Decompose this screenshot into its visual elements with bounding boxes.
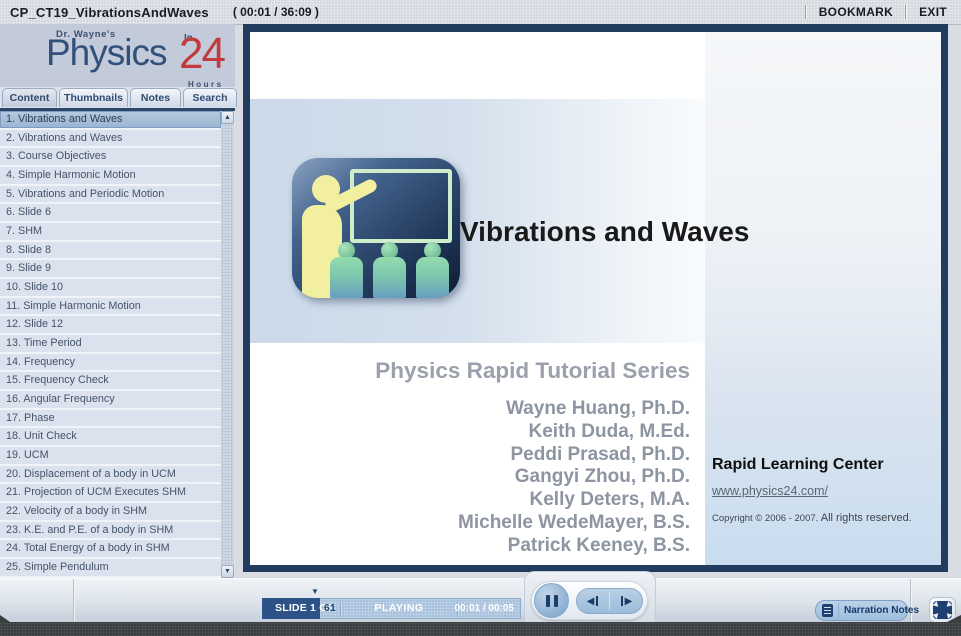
separator — [73, 579, 75, 623]
author-line: Kelly Deters, M.A. — [529, 489, 691, 511]
slide-list-item[interactable]: 20. Displacement of a body in UCM — [0, 465, 221, 485]
previous-icon: ◀ — [586, 595, 595, 607]
website-link[interactable]: www.physics24.com/ — [712, 484, 938, 498]
slide-list-item[interactable]: 22. Velocity of a body in SHM — [0, 503, 221, 522]
slide-list-item[interactable]: 13. Time Period — [0, 335, 221, 354]
slide-list-item[interactable]: 11. Simple Harmonic Motion — [0, 297, 221, 317]
org-name: Rapid Learning Center — [712, 456, 884, 473]
author-line: Keith Duda, M.Ed. — [528, 420, 691, 442]
author-line: Patrick Keeney, B.S. — [507, 534, 690, 556]
playback-controls: ◀ ▶ — [531, 581, 648, 620]
exit-button[interactable]: EXIT — [919, 5, 947, 19]
scroll-down-button[interactable]: ▼ — [221, 565, 234, 578]
slide-list-item[interactable]: 3. Course Objectives — [0, 148, 221, 168]
bookmark-button[interactable]: BOOKMARK — [819, 5, 893, 19]
slide-list-item[interactable]: 8. Slide 8 — [0, 241, 221, 261]
title-bar-actions: BOOKMARK EXIT — [793, 0, 961, 24]
scroll-up-button[interactable]: ▲ — [221, 111, 234, 124]
presentation-title: CP_CT19_VibrationsAndWaves — [10, 4, 209, 20]
slide-stepper: ◀ ▶ — [576, 588, 643, 614]
separator — [838, 603, 839, 618]
sidebar: Dr. Wayne's Physics In 24 Hours Content … — [0, 24, 237, 578]
player-bar: SLIDE 1 OF 61 PLAYING 00:01 / 00:05 ▼ ◀ … — [0, 571, 961, 623]
separator — [905, 5, 908, 19]
slide-list-item[interactable]: 1. Vibrations and Waves — [0, 111, 221, 130]
slide-title: Vibrations and Waves — [460, 216, 750, 247]
slide-list: 1. Vibrations and Waves 2. Vibrations an… — [0, 111, 221, 578]
slide-canvas: Vibrations and Waves Physics Rapid Tutor… — [250, 32, 941, 565]
tab-thumbnails[interactable]: Thumbnails — [59, 88, 128, 107]
slide-frame: Vibrations and Waves Physics Rapid Tutor… — [243, 24, 948, 572]
notes-icon — [822, 604, 833, 617]
slide-time: 00:01 / 00:05 — [454, 603, 515, 614]
author-line: Gangyi Zhou, Ph.D. — [514, 466, 690, 488]
next-icon: ▶ — [624, 595, 633, 607]
slide-list-item[interactable]: 24. Total Energy of a body in SHM — [0, 540, 221, 560]
slide-total: 61 — [324, 602, 336, 614]
slide-list-item[interactable]: 12. Slide 12 — [0, 316, 221, 336]
slide-list-item[interactable]: 17. Phase — [0, 409, 221, 429]
bottom-edge — [0, 615, 961, 636]
narration-notes-label: Narration Notes — [844, 605, 920, 616]
author-line: Michelle WedeMayer, B.S. — [458, 511, 690, 533]
slide-list-item[interactable]: 16. Angular Frequency — [0, 391, 221, 410]
slide-list-item[interactable]: 5. Vibrations and Periodic Motion — [0, 185, 221, 205]
slide-list-item[interactable]: 14. Frequency — [0, 353, 221, 373]
tab-notes[interactable]: Notes — [130, 88, 181, 107]
status-strip: SLIDE 1 OF 61 PLAYING 00:01 / 00:05 — [262, 598, 521, 619]
slide-list-item[interactable]: 7. SHM — [0, 223, 221, 242]
author-line: Peddi Prasad, Ph.D. — [510, 443, 691, 465]
narration-notes-button[interactable]: Narration Notes — [815, 600, 919, 621]
logo-hours: Hours — [188, 80, 224, 87]
slide-list-item[interactable]: 19. UCM — [0, 447, 221, 466]
scrollbar-track[interactable] — [221, 124, 234, 565]
logo-number: 24 — [179, 29, 226, 78]
scroll-down-icon: ▼ — [224, 568, 231, 575]
slide-subtitle: Physics Rapid Tutorial Series — [375, 358, 690, 383]
total-elapsed-time: ( 00:01 / 36:09 ) — [232, 5, 319, 19]
sidebar-tabs: Content Thumbnails Notes Search — [2, 87, 237, 107]
separator — [804, 5, 807, 19]
pause-icon — [545, 594, 550, 607]
slide-list-item[interactable]: 23. K.E. and P.E. of a body in SHM — [0, 521, 221, 541]
physics24-logo: Dr. Wayne's Physics In 24 Hours — [0, 24, 235, 87]
slide-footer: Rapid Learning Center www.physics24.com/… — [712, 456, 938, 526]
pause-button[interactable] — [534, 583, 569, 618]
tab-search[interactable]: Search — [183, 88, 237, 107]
next-slide-button[interactable]: ▶ — [610, 589, 642, 613]
slide-list-item[interactable]: 25. Simple Pendulum — [0, 559, 221, 578]
slide-list-scrollbar: ▲ ▼ — [221, 111, 234, 578]
slide-list-item[interactable]: 10. Slide 10 — [0, 279, 221, 298]
previous-slide-button[interactable]: ◀ — [577, 589, 609, 613]
slide-list-item[interactable]: 9. Slide 9 — [0, 260, 221, 280]
author-line: Wayne Huang, Ph.D. — [505, 398, 690, 419]
playback-status: PLAYING — [374, 602, 424, 614]
slide-list-item[interactable]: 4. Simple Harmonic Motion — [0, 167, 221, 186]
authors-list: Wayne Huang, Ph.D. Keith Duda, M.Ed. Ped… — [250, 398, 690, 558]
title-bar: CP_CT19_VibrationsAndWaves ( 00:01 / 36:… — [0, 0, 961, 25]
playhead-marker[interactable]: ▼ — [311, 588, 319, 596]
scroll-up-icon: ▲ — [224, 114, 231, 121]
tab-content[interactable]: Content — [2, 88, 57, 107]
slide-list-item[interactable]: 15. Frequency Check — [0, 372, 221, 392]
slide-list-item[interactable]: 21. Projection of UCM Executes SHM — [0, 484, 221, 504]
logo-brand: Physics — [46, 32, 167, 73]
slide-list-item[interactable]: 2. Vibrations and Waves — [0, 129, 221, 149]
slide-list-item[interactable]: 6. Slide 6 — [0, 204, 221, 224]
presentation-icon — [292, 158, 460, 298]
separator — [910, 579, 912, 623]
copyright-text: Copyright © 2006 - 2007. All rights rese… — [712, 512, 912, 524]
slide-list-item[interactable]: 18. Unit Check — [0, 428, 221, 448]
